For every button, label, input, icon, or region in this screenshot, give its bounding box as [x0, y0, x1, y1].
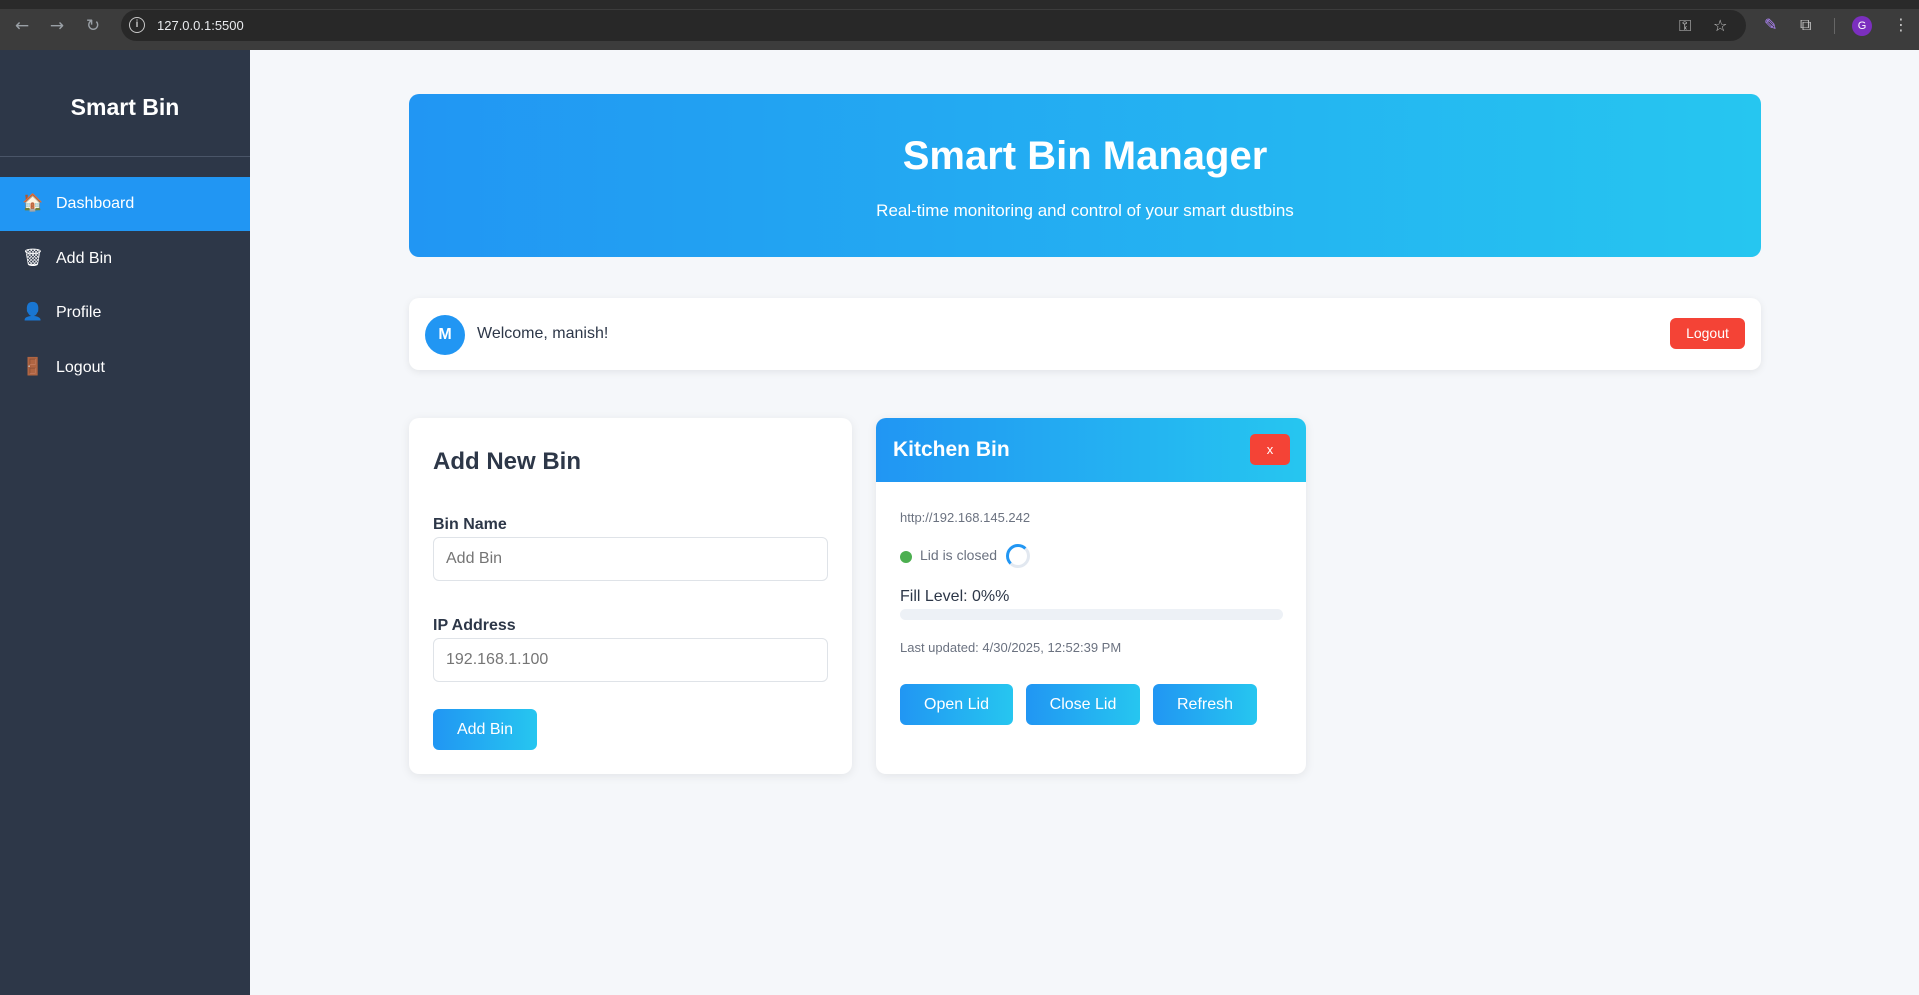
add-bin-button[interactable]: Add Bin: [433, 709, 537, 750]
profile-avatar[interactable]: G: [1852, 16, 1872, 36]
password-key-icon[interactable]: ⚿: [1679, 16, 1691, 36]
tab-strip: [0, 0, 1919, 9]
last-updated: Last updated: 4/30/2025, 12:52:39 PM: [900, 640, 1122, 655]
sidebar-item-label: Dashboard: [56, 195, 135, 212]
bin-ip-address: http://192.168.145.242: [900, 510, 1031, 525]
toolbar-divider: [1834, 18, 1835, 34]
open-lid-button[interactable]: Open Lid: [900, 684, 1013, 725]
user-icon: 👤: [22, 302, 44, 322]
sidebar: Smart Bin 🏠 Dashboard 🗑 Add Bin 👤 Profil…: [0, 50, 250, 995]
bin-name-input[interactable]: [433, 537, 828, 581]
browser-toolbar: ← → ↻ i 127.0.0.1:5500 ⚿ ☆ ✎ ⧉ G ⋮: [0, 0, 1919, 50]
bin-card-header: Kitchen Bin x: [876, 418, 1306, 482]
fill-level-bar: [900, 609, 1283, 620]
sidebar-item-add-bin[interactable]: 🗑 Add Bin: [0, 232, 250, 286]
ip-address-input[interactable]: [433, 638, 828, 682]
house-icon: 🏠: [22, 193, 44, 213]
welcome-bar: M Welcome, manish! Logout: [409, 298, 1761, 370]
page-title: Smart Bin Manager: [902, 134, 1268, 178]
address-bar[interactable]: i 127.0.0.1:5500 ⚿ ☆: [121, 10, 1746, 41]
fill-level-label: Fill Level: 0%%: [900, 588, 1010, 605]
url-text: 127.0.0.1:5500: [157, 18, 244, 33]
bookmark-star-icon[interactable]: ☆: [1713, 16, 1727, 35]
ip-address-label: IP Address: [433, 617, 516, 634]
feather-extension-icon[interactable]: ✎: [1764, 15, 1777, 34]
sidebar-item-profile[interactable]: 👤 Profile: [0, 286, 250, 340]
page-subtitle: Real-time monitoring and control of your…: [876, 201, 1294, 220]
forward-icon[interactable]: →: [47, 16, 67, 36]
status-indicator: [900, 551, 912, 563]
logout-button[interactable]: Logout: [1670, 318, 1745, 349]
lid-status: Lid is closed: [920, 547, 998, 563]
site-info-icon[interactable]: i: [129, 17, 145, 33]
menu-kebab-icon[interactable]: ⋮: [1893, 15, 1909, 34]
delete-bin-button[interactable]: x: [1250, 434, 1290, 465]
bin-name-label: Bin Name: [433, 516, 507, 533]
back-icon[interactable]: ←: [12, 16, 32, 36]
sidebar-item-label: Profile: [56, 304, 102, 321]
sidebar-item-label: Add Bin: [56, 250, 113, 267]
avatar: M: [425, 315, 465, 355]
sidebar-item-dashboard[interactable]: 🏠 Dashboard: [0, 177, 250, 231]
door-icon: 🚪: [22, 357, 44, 377]
sidebar-item-label: Logout: [56, 359, 105, 376]
loading-spinner-icon: [1006, 544, 1030, 568]
reload-icon[interactable]: ↻: [83, 16, 103, 36]
welcome-message: Welcome, manish!: [477, 325, 609, 342]
close-lid-button[interactable]: Close Lid: [1026, 684, 1140, 725]
add-bin-title: Add New Bin: [433, 448, 581, 475]
sidebar-brand: Smart Bin: [70, 94, 180, 120]
bin-card: Kitchen Bin x http://192.168.145.242 Lid…: [876, 418, 1306, 774]
add-bin-card: Add New Bin Bin Name IP Address Add Bin: [409, 418, 852, 774]
sidebar-item-logout[interactable]: 🚪 Logout: [0, 341, 250, 395]
extensions-puzzle-icon[interactable]: ⧉: [1800, 15, 1811, 35]
bin-name: Kitchen Bin: [893, 438, 1010, 461]
sidebar-divider: [0, 156, 250, 157]
wastebasket-icon: 🗑: [22, 248, 44, 268]
refresh-button[interactable]: Refresh: [1153, 684, 1257, 725]
hero-banner: Smart Bin Manager Real-time monitoring a…: [409, 94, 1761, 257]
